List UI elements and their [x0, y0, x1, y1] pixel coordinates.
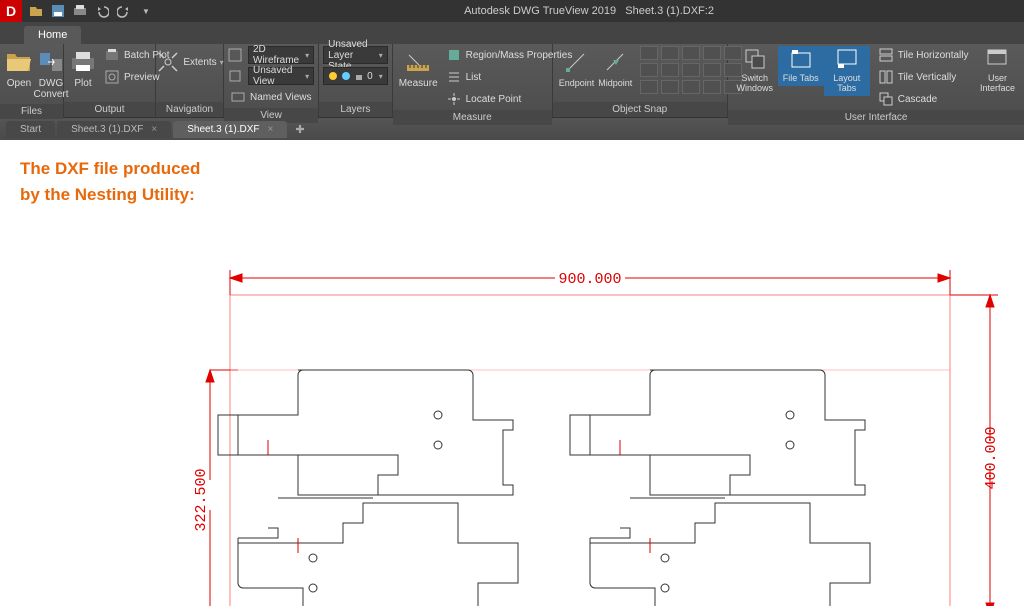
redo-icon[interactable] — [116, 3, 132, 19]
tab-home[interactable]: Home — [24, 26, 81, 44]
app-logo[interactable]: D — [0, 0, 22, 22]
endpoint-icon — [562, 48, 590, 76]
tile-h-button[interactable]: Tile Horizontally — [876, 46, 971, 64]
dwg-convert-button[interactable]: DWG Convert — [34, 46, 68, 102]
tile-v-icon — [878, 69, 894, 85]
doc-tab-2[interactable]: Sheet.3 (1).DXF× — [173, 121, 287, 138]
title-bar: D ▼ Autodesk DWG TrueView 2019 Sheet.3 (… — [0, 0, 1024, 22]
file-tabs-icon — [789, 48, 813, 72]
freeze-icon — [341, 71, 351, 81]
dim-height-outer: 400.000 — [983, 426, 1000, 489]
panel-view: 2D Wireframe▾ Unsaved View▾ Named Views … — [224, 44, 319, 117]
panel-ui-title: User Interface — [728, 110, 1024, 125]
saved-view-icon — [228, 69, 244, 86]
panel-navigation: Extents ▾ Navigation — [156, 44, 224, 117]
preview-icon — [104, 69, 120, 85]
endpoint-button[interactable]: Endpoint — [557, 46, 597, 90]
list-icon — [446, 69, 462, 85]
measure-label: Measure — [399, 78, 438, 89]
dim-width-outer: 900.000 — [558, 271, 621, 288]
convert-icon — [37, 48, 65, 76]
lock-icon — [354, 71, 364, 81]
drawing-svg: 900.000 400.000 322.500 — [170, 210, 1020, 606]
extents-label: Extents — [183, 57, 216, 68]
drawing-canvas[interactable]: The DXF file produced by the Nesting Uti… — [0, 140, 1024, 606]
layer-current-dropdown[interactable]: 0 ▾ — [323, 67, 388, 85]
panel-measure-title: Measure — [393, 110, 552, 125]
overlay-caption: The DXF file produced by the Nesting Uti… — [20, 156, 200, 207]
panel-navigation-title: Navigation — [156, 102, 223, 117]
panel-layers: Unsaved Layer State▾ 0 ▾ Layers — [319, 44, 393, 117]
doc-tab-1[interactable]: Sheet.3 (1).DXF× — [57, 121, 171, 138]
panel-layers-title: Layers — [319, 102, 392, 117]
plot-button[interactable]: Plot — [68, 46, 98, 91]
close-icon[interactable]: × — [268, 124, 274, 135]
preview-label: Preview — [124, 72, 160, 83]
panel-osnap: Endpoint Midpoint Object Snap — [553, 44, 728, 117]
region-icon — [446, 47, 462, 63]
plot-icon[interactable] — [72, 3, 88, 19]
switch-windows-icon — [743, 48, 767, 72]
extents-icon — [156, 48, 180, 76]
user-interface-icon — [985, 48, 1009, 72]
tile-v-button[interactable]: Tile Vertically — [876, 68, 971, 86]
cascade-icon — [878, 91, 894, 107]
saved-view-dropdown[interactable]: Unsaved View▾ — [248, 67, 314, 85]
midpoint-icon — [601, 48, 629, 76]
named-views-button[interactable]: Named Views — [228, 88, 314, 106]
open-icon[interactable] — [28, 3, 44, 19]
user-interface-button[interactable]: User Interface — [974, 46, 1020, 96]
open-button[interactable]: Open — [4, 46, 34, 91]
qat-dropdown-icon[interactable]: ▼ — [138, 3, 154, 19]
layout-tabs-icon — [835, 48, 859, 72]
named-views-label: Named Views — [250, 92, 312, 103]
layer-state-dropdown[interactable]: Unsaved Layer State▾ — [323, 46, 388, 64]
close-icon[interactable]: × — [151, 124, 157, 135]
save-icon[interactable] — [50, 3, 66, 19]
panel-output-title: Output — [64, 102, 155, 117]
lightbulb-icon — [328, 71, 338, 81]
batch-plot-icon — [104, 47, 120, 63]
add-tab-button[interactable]: ✚ — [295, 123, 304, 136]
named-views-icon — [230, 89, 246, 105]
visual-style-dropdown[interactable]: 2D Wireframe▾ — [248, 46, 314, 64]
printer-icon — [69, 48, 97, 76]
locate-icon — [446, 91, 462, 107]
visual-style-icon — [228, 48, 244, 65]
dim-height-parts: 322.500 — [193, 468, 210, 531]
panel-measure: Measure Region/Mass Properties List Loca… — [393, 44, 553, 117]
measure-button[interactable]: Measure — [397, 46, 440, 91]
cascade-button[interactable]: Cascade — [876, 90, 971, 108]
tile-h-icon — [878, 47, 894, 63]
panel-osnap-title: Object Snap — [553, 102, 727, 117]
window-title: Autodesk DWG TrueView 2019 Sheet.3 (1).D… — [154, 5, 1024, 17]
switch-windows-button[interactable]: Switch Windows — [732, 46, 778, 96]
panel-ui: Switch Windows File Tabs Layout Tabs Til… — [728, 44, 1024, 117]
file-tabs-button[interactable]: File Tabs — [778, 46, 824, 86]
folder-open-icon — [5, 48, 33, 76]
ribbon: Open DWG Convert Files Plot Batch Plot — [0, 44, 1024, 118]
open-label: Open — [7, 78, 31, 89]
layout-tabs-button[interactable]: Layout Tabs — [824, 46, 870, 96]
plot-label: Plot — [74, 78, 91, 89]
doc-tab-start[interactable]: Start — [6, 121, 55, 138]
quick-access-toolbar: ▼ — [28, 3, 154, 19]
panel-output: Plot Batch Plot Preview Output — [64, 44, 156, 117]
panel-files: Open DWG Convert Files — [0, 44, 64, 117]
midpoint-button[interactable]: Midpoint — [596, 46, 634, 90]
ribbon-tabs: Home — [0, 22, 1024, 44]
undo-icon[interactable] — [94, 3, 110, 19]
ruler-icon — [404, 48, 432, 76]
extents-button[interactable]: Extents ▾ — [160, 46, 220, 78]
panel-files-title: Files — [0, 104, 63, 119]
